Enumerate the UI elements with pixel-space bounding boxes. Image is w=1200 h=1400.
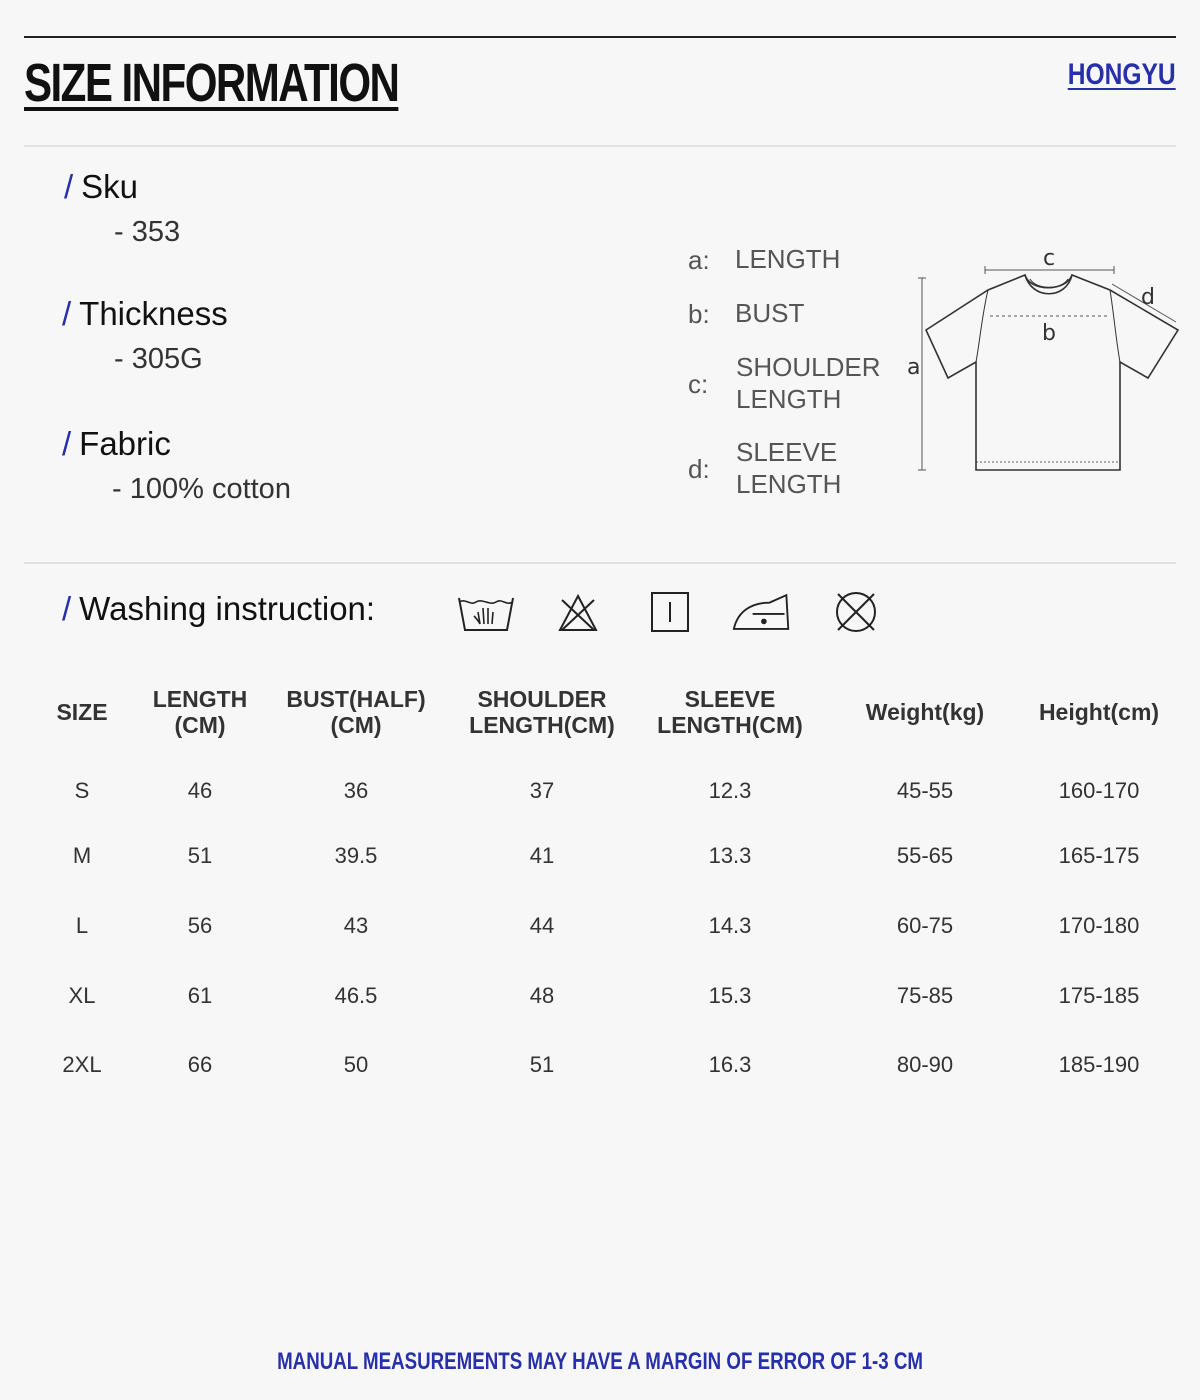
table-cell: 60-75 [896,912,954,938]
legend-key-c: c: [688,369,709,399]
table-cell: 50 [343,1052,369,1078]
table-cell: 165-175 [1058,843,1140,869]
table-cell: 13.3 [708,843,752,869]
page-title: SIZE INFORMATION [24,53,400,113]
column-header-length: LENGTH (CM) [152,686,248,738]
legend-key-b: b: [688,299,710,329]
table-cell: 66 [187,1052,213,1078]
do-not-bleach-icon [558,593,598,631]
table-cell: 160-170 [1058,777,1140,803]
table-cell: 44 [529,912,555,938]
table-row: XL 61 46.5 48 15.3 75-85 175-185 [24,961,1176,1031]
table-cell: 14.3 [708,912,752,938]
hand-wash-icon [458,597,514,631]
table-cell: 185-190 [1058,1052,1140,1078]
table-cell: M [72,843,92,869]
legend-text-length: LENGTH [735,244,841,274]
top-divider [24,36,1176,38]
spec-label-sku: / Sku [64,168,139,205]
spec-label-fabric: / Fabric [62,425,171,462]
diagram-label-a: a [907,355,920,380]
table-cell: 16.3 [708,1052,752,1078]
table-cell: 37 [529,777,555,803]
table-cell: L [75,912,89,938]
hang-dry-icon [651,592,689,632]
table-cell: 56 [187,912,213,938]
measurement-disclaimer: MANUAL MEASUREMENTS MAY HAVE A MARGIN OF… [277,1348,923,1375]
table-row: M 51 39.5 41 13.3 55-65 165-175 [24,822,1176,892]
table-cell: 39.5 [334,843,378,869]
table-cell: XL [68,982,96,1008]
table-cell: S [74,777,90,803]
tshirt-measurement-diagram: c d b a [907,246,1180,471]
section-divider [24,145,1176,147]
table-cell: 75-85 [896,982,954,1008]
table-row: 2XL 66 50 51 16.3 80-90 185-190 [24,1030,1176,1100]
diagram-label-b: b [1042,321,1056,346]
column-header-shoulder: SHOULDER LENGTH(CM) [469,686,615,738]
table-cell: 2XL [62,1052,102,1078]
table-row: S 46 36 37 12.3 45-55 160-170 [24,752,1176,822]
table-cell: 55-65 [896,843,954,869]
table-cell: 48 [529,982,555,1008]
column-header-size: SIZE [56,699,108,725]
table-cell: 45-55 [896,777,954,803]
table-cell: 80-90 [896,1052,954,1078]
spec-value-fabric: - 100% cotton [112,473,291,505]
brand-link[interactable]: HONGYU [1068,58,1176,92]
size-table: SIZE LENGTH (CM) BUST(HALF) (CM) SHOULDE… [24,672,1176,1100]
table-cell: 15.3 [708,982,752,1008]
legend-key-a: a: [688,245,710,275]
table-cell: 12.3 [708,777,752,803]
column-header-weight: Weight(kg) [865,699,985,725]
table-cell: 170-180 [1058,912,1140,938]
table-row: L 56 43 44 14.3 60-75 170-180 [24,891,1176,961]
washing-instruction-label: / Washing instruction: [62,590,376,627]
column-header-height: Height(cm) [1038,699,1160,725]
iron-low-heat-icon [732,593,790,630]
table-cell: 175-185 [1058,982,1140,1008]
table-cell: 46.5 [334,982,378,1008]
spec-value-sku: - 353 [114,216,181,248]
legend-key-d: d: [688,454,710,484]
legend-text-bust: BUST [735,298,805,328]
legend-text-shoulder: SHOULDER LENGTH [736,352,881,414]
table-cell: 41 [529,843,555,869]
table-header-row: SIZE LENGTH (CM) BUST(HALF) (CM) SHOULDE… [24,672,1176,752]
table-cell: 46 [187,777,213,803]
column-header-sleeve: SLEEVE LENGTH(CM) [657,686,803,738]
table-cell: 51 [187,843,213,869]
do-not-dry-clean-icon [836,592,876,632]
section-divider [24,562,1176,564]
table-cell: 51 [529,1052,555,1078]
spec-value-thickness: - 305G [114,343,203,375]
legend-text-sleeve: SLEEVE LENGTH [736,437,842,499]
table-cell: 36 [343,777,369,803]
table-cell: 61 [187,982,213,1008]
diagram-label-d: d [1141,285,1155,310]
spec-label-thickness: / Thickness [62,295,228,332]
diagram-label-c: c [1043,246,1055,271]
column-header-bust: BUST(HALF) (CM) [286,686,426,738]
table-cell: 43 [343,912,369,938]
